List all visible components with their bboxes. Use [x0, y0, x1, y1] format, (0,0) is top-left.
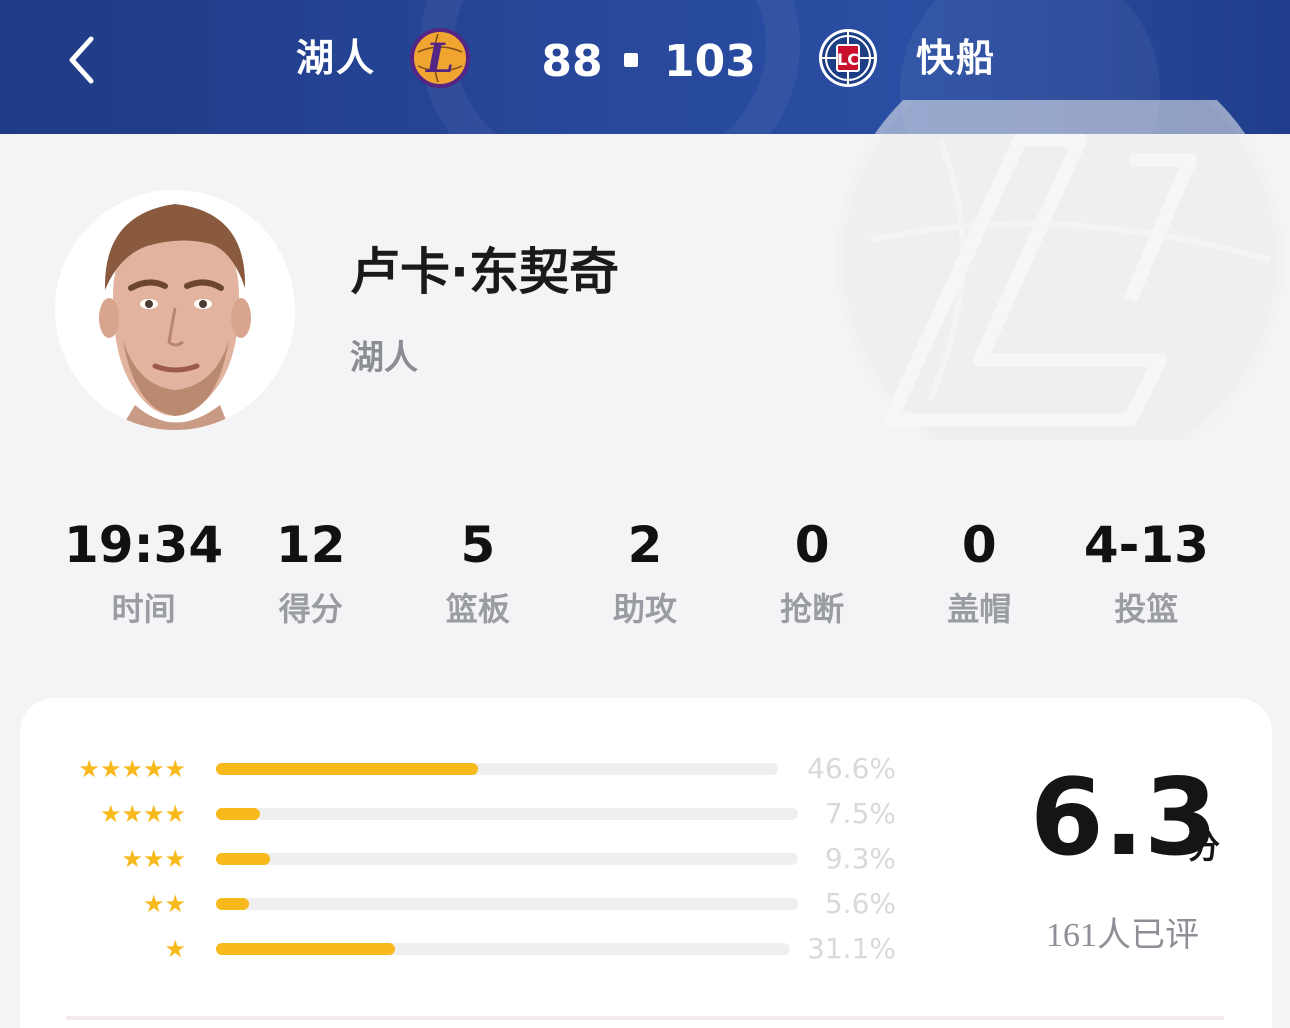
- rating-bar-fill: [216, 853, 270, 865]
- stat-points: 12 得分: [227, 510, 394, 650]
- stat-minutes: 19:34 时间: [60, 510, 227, 650]
- rating-row-2-star: ★★ 5.6%: [66, 889, 896, 919]
- stat-value: 12: [275, 516, 346, 574]
- stat-value: 19:34: [63, 516, 224, 574]
- away-team-name[interactable]: 快船: [916, 32, 996, 84]
- rating-bar-fill: [216, 808, 260, 820]
- away-score: 103: [664, 36, 756, 87]
- stat-blocks: 0 盖帽: [896, 510, 1063, 650]
- divider: [66, 1016, 1224, 1020]
- stat-label: 篮板: [445, 590, 510, 628]
- stat-value: 2: [627, 516, 663, 574]
- player-stats: 19:34 时间 12 得分 5 篮板 2 助攻 0 抢断 0 盖帽 4-13 …: [60, 510, 1230, 650]
- stat-assists: 2 助攻: [561, 510, 728, 650]
- lakers-watermark-icon: [836, 100, 1284, 440]
- clippers-logo-icon[interactable]: LC: [816, 26, 880, 90]
- rating-bar-track: [216, 943, 790, 955]
- star-icons: ★: [164, 935, 186, 963]
- rating-percent: 7.5%: [824, 797, 896, 830]
- back-button[interactable]: [56, 30, 106, 90]
- rating-percent: 46.6%: [807, 752, 896, 785]
- star-icons: ★★★: [121, 845, 186, 873]
- home-team-name[interactable]: 湖人: [296, 32, 376, 84]
- stat-steals: 0 抢断: [729, 510, 896, 650]
- rater-count: 161人已评: [1046, 917, 1199, 954]
- svg-text:LC: LC: [837, 50, 859, 69]
- stat-value: 5: [460, 516, 496, 574]
- score-separator: [624, 53, 638, 67]
- rating-bar-track: [216, 808, 798, 820]
- player-avatar[interactable]: [55, 190, 295, 430]
- stat-field-goals: 4-13 投篮: [1063, 510, 1230, 650]
- player-name: 卢卡·东契奇: [350, 243, 619, 301]
- rating-card: ★★★★★ 46.6% ★★★★ 7.5% ★★★ 9.3% ★★ 5.6% ★…: [20, 698, 1272, 1028]
- rating-row-3-star: ★★★ 9.3%: [66, 844, 896, 874]
- player-photo-icon: [55, 190, 295, 430]
- lakers-logo-icon[interactable]: L: [408, 26, 472, 90]
- player-team[interactable]: 湖人: [350, 334, 418, 382]
- rating-row-5-star: ★★★★★ 46.6%: [66, 754, 896, 784]
- stat-label: 投篮: [1114, 590, 1179, 628]
- chevron-left-icon: [69, 36, 94, 84]
- stat-rebounds: 5 篮板: [394, 510, 561, 650]
- stat-value: 0: [961, 516, 997, 574]
- rating-bar-track: [216, 763, 778, 775]
- stat-label: 时间: [111, 590, 176, 628]
- stat-label: 助攻: [612, 590, 677, 628]
- rating-bar-track: [216, 853, 798, 865]
- rating-unit: 分: [1188, 828, 1221, 866]
- star-icons: ★★★★★: [78, 755, 186, 783]
- home-score: 88: [541, 36, 603, 87]
- stat-label: 抢断: [780, 590, 845, 628]
- star-icons: ★★: [142, 890, 186, 918]
- rating-bar-fill: [216, 763, 478, 775]
- rating-bar-track: [216, 898, 798, 910]
- rating-percent: 9.3%: [824, 842, 896, 875]
- rating-bar-fill: [216, 943, 395, 955]
- rating-row-4-star: ★★★★ 7.5%: [66, 799, 896, 829]
- rating-percent: 5.6%: [824, 887, 896, 920]
- stat-value: 0: [794, 516, 830, 574]
- rating-row-1-star: ★ 31.1%: [66, 934, 896, 964]
- stat-label: 盖帽: [947, 590, 1012, 628]
- stat-label: 得分: [278, 590, 343, 628]
- stat-value: 4-13: [1083, 516, 1209, 574]
- rating-percent: 31.1%: [807, 932, 896, 965]
- star-icons: ★★★★: [99, 800, 186, 828]
- rating-bar-fill: [216, 898, 249, 910]
- svg-text:L: L: [425, 35, 454, 82]
